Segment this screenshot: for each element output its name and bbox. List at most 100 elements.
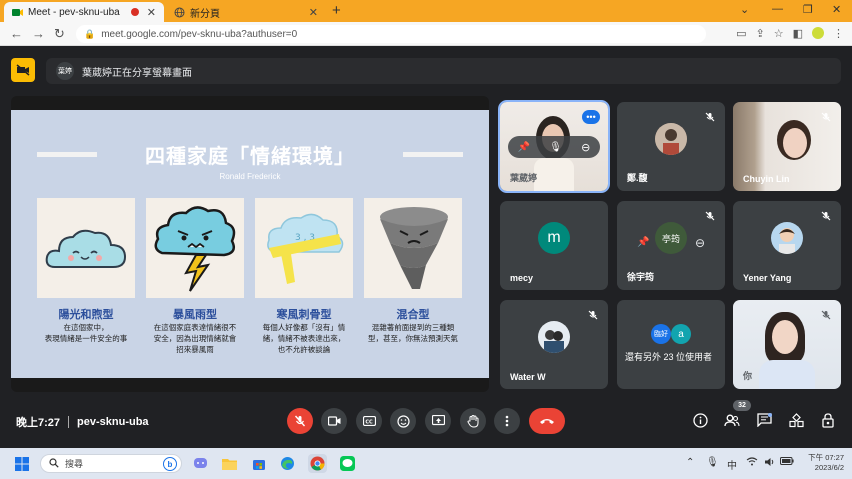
participant-tile[interactable]: Yener Yang bbox=[733, 201, 841, 290]
chrome-browser-icon[interactable] bbox=[308, 454, 327, 473]
edge-browser-icon[interactable] bbox=[278, 454, 297, 473]
battery-icon[interactable] bbox=[780, 457, 794, 468]
cast-icon[interactable]: ▭ bbox=[736, 27, 746, 40]
participant-tile[interactable]: Chuyin Lin bbox=[733, 102, 841, 191]
card-desc-cold: 每個人好像都「沒有」情 緒，情緒不被表達出來， 也不允許被談論 bbox=[262, 323, 346, 354]
participant-name: 你 bbox=[743, 371, 753, 381]
activities-icon bbox=[788, 412, 804, 427]
chevron-down-icon[interactable]: ⌄ bbox=[740, 3, 749, 16]
presentation-stage: 四種家庭「情緒環境」 Ronald Frederick 3 , 3 陽光和煦型 … bbox=[11, 96, 489, 392]
line-app-icon[interactable] bbox=[338, 454, 357, 473]
mic-off-icon bbox=[703, 209, 717, 223]
profile-avatar-icon[interactable] bbox=[812, 27, 824, 39]
tornado-icon bbox=[380, 207, 448, 289]
globe-icon bbox=[174, 7, 185, 18]
remove-icon[interactable]: ⊖ bbox=[695, 236, 705, 250]
meeting-details-button[interactable] bbox=[691, 411, 709, 429]
host-controls-button[interactable] bbox=[819, 411, 837, 429]
card-title-mixed: 混合型 bbox=[396, 309, 430, 321]
more-options-button[interactable] bbox=[494, 408, 520, 434]
camera-icon bbox=[327, 416, 340, 426]
host-controls-icon bbox=[822, 412, 834, 428]
captions-button[interactable]: CC bbox=[356, 408, 382, 434]
presenter-avatar: 葉婷 bbox=[56, 62, 74, 80]
remove-icon[interactable]: ⊖ bbox=[581, 141, 590, 154]
more-options-icon[interactable]: ••• bbox=[582, 110, 600, 124]
participant-face bbox=[772, 320, 798, 354]
camera-off-badge-icon[interactable] bbox=[11, 58, 35, 82]
mic-icon[interactable]: 🎙 bbox=[549, 142, 562, 153]
participant-avatar: 臨好 bbox=[651, 324, 671, 344]
more-icon bbox=[505, 415, 509, 427]
windows-start-icon[interactable] bbox=[12, 454, 31, 473]
participant-tile[interactable]: 亭筠 📌 ⊖ 徐宇筠 bbox=[617, 201, 725, 290]
pin-icon[interactable]: 📌 bbox=[518, 142, 530, 153]
minimize-icon[interactable]: — bbox=[772, 3, 783, 15]
plus-icon[interactable]: + bbox=[332, 2, 341, 19]
present-now-button[interactable] bbox=[425, 408, 451, 434]
captions-icon: CC bbox=[362, 416, 376, 426]
taskbar-search-input[interactable]: 搜尋 b bbox=[40, 454, 182, 473]
teams-chat-icon[interactable] bbox=[191, 454, 210, 473]
participant-tile[interactable]: 鄭.馥 bbox=[617, 102, 725, 191]
activities-button[interactable] bbox=[787, 411, 805, 429]
close-tab-icon[interactable]: ✕ bbox=[309, 6, 318, 19]
meeting-code: pev-sknu-uba bbox=[77, 416, 149, 428]
wifi-icon[interactable] bbox=[746, 457, 758, 469]
camera-toggle-button[interactable] bbox=[321, 408, 347, 434]
mic-toggle-button[interactable] bbox=[287, 408, 313, 434]
close-tab-icon[interactable]: ✕ bbox=[147, 6, 156, 19]
reload-icon[interactable]: ↻ bbox=[54, 26, 65, 42]
microphone-icon[interactable]: 🎙 bbox=[706, 457, 719, 468]
microsoft-store-icon[interactable] bbox=[249, 454, 268, 473]
card-image-mixed bbox=[364, 198, 462, 298]
system-clock[interactable]: 下午 07:27 2023/6/2 bbox=[800, 453, 844, 473]
mic-off-icon bbox=[819, 308, 833, 322]
speaker-icon[interactable] bbox=[764, 457, 775, 470]
participant-body bbox=[534, 158, 574, 191]
emoji-icon bbox=[396, 414, 410, 428]
tab-new-tab[interactable]: 新分頁 ✕ bbox=[166, 2, 326, 22]
url-bar[interactable]: 🔒 meet.google.com/pev-sknu-uba?authuser=… bbox=[76, 25, 706, 43]
present-icon bbox=[431, 415, 445, 426]
chat-icon bbox=[756, 413, 772, 427]
participant-letter-avatar: m bbox=[538, 222, 570, 255]
raise-hand-button[interactable] bbox=[460, 408, 486, 434]
raise-hand-icon bbox=[467, 414, 479, 428]
participant-name: 鄭.馥 bbox=[627, 173, 648, 183]
pin-icon[interactable]: 📌 bbox=[637, 237, 649, 248]
chat-button[interactable] bbox=[755, 411, 773, 429]
back-icon[interactable]: ← bbox=[10, 26, 23, 41]
participant-tile[interactable]: Water W bbox=[500, 300, 608, 389]
more-participants-tile[interactable]: 臨好 a 還有另外 23 位使用者 bbox=[617, 300, 725, 389]
bing-icon[interactable]: b bbox=[163, 457, 177, 471]
restore-icon[interactable]: ❐ bbox=[803, 3, 813, 16]
card-image-storm bbox=[146, 198, 244, 298]
participant-avatar bbox=[655, 123, 687, 156]
tab-meet[interactable]: Meet - pev-sknu-uba ✕ bbox=[4, 2, 164, 22]
self-tile[interactable]: 你 bbox=[733, 300, 841, 389]
chevron-up-icon[interactable]: ⌃ bbox=[686, 457, 694, 468]
participant-tile[interactable]: m mecy bbox=[500, 201, 608, 290]
svg-text:CC: CC bbox=[365, 419, 373, 425]
card-desc-mixed: 混雜著前面提到的三種類 型，甚至，你無法預測天氣 bbox=[368, 323, 458, 343]
leave-call-button[interactable] bbox=[529, 408, 565, 434]
forward-icon[interactable]: → bbox=[32, 26, 45, 41]
card-image-cold: 3 , 3 bbox=[255, 198, 353, 298]
share-icon[interactable]: ⇪ bbox=[756, 27, 765, 40]
people-button[interactable] bbox=[723, 411, 741, 429]
card-desc-sunny: 在這個家中， 表現情緒是一件安全的事 bbox=[44, 323, 128, 343]
participant-avatar bbox=[771, 222, 803, 255]
participant-tile[interactable]: ••• 📌 🎙 ⊖ 葉葳婷 bbox=[498, 100, 610, 193]
meeting-time: 晚上7:27 bbox=[16, 417, 61, 429]
close-icon[interactable]: ✕ bbox=[832, 3, 841, 16]
menu-icon[interactable]: ⋮ bbox=[833, 27, 844, 40]
happy-cloud-icon bbox=[45, 229, 127, 268]
ime-indicator[interactable]: 中 bbox=[727, 457, 737, 472]
file-explorer-icon[interactable] bbox=[220, 454, 239, 473]
bookmark-star-icon[interactable]: ☆ bbox=[774, 27, 784, 40]
reactions-button[interactable] bbox=[390, 408, 416, 434]
sidebar-icon[interactable]: ◧ bbox=[793, 27, 803, 40]
share-banner-text: 葉葳婷正在分享螢幕畫面 bbox=[82, 67, 192, 79]
meet-favicon-icon bbox=[12, 7, 23, 18]
